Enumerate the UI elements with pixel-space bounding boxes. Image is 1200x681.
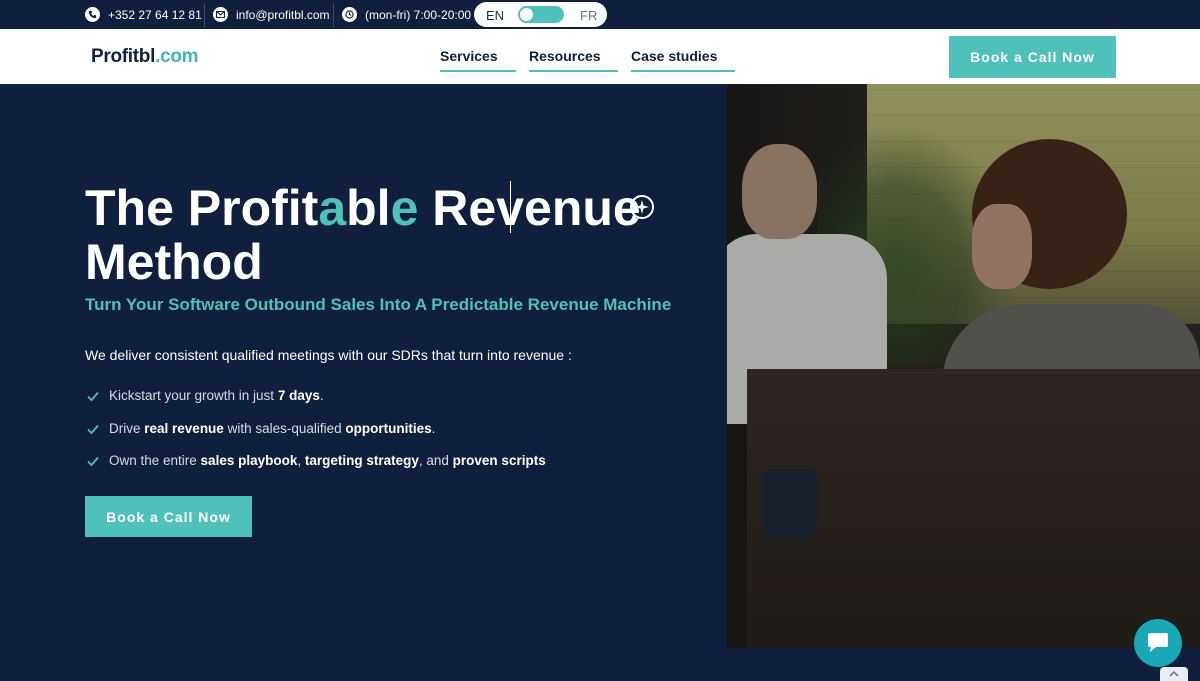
hero-intro: We deliver consistent qualified meetings… <box>85 347 572 363</box>
language-toggle[interactable] <box>518 6 564 23</box>
hero-section: The Profitable Revenue Method Turn Your … <box>0 84 1200 681</box>
feature-text: Own the entire sales playbook, targeting… <box>109 453 546 468</box>
mail-icon <box>213 7 228 22</box>
opening-hours: (mon-fri) 7:00-20:00 <box>342 0 471 29</box>
toggle-knob <box>520 8 533 21</box>
chat-bubble-icon <box>1148 633 1168 652</box>
feature-text: Drive real revenue with sales-qualified … <box>109 421 436 436</box>
email-contact[interactable]: info@profitbl.com <box>213 0 330 29</box>
title-text: bl <box>346 180 391 236</box>
title-accent: a <box>318 180 347 236</box>
check-icon <box>87 391 99 401</box>
email-address: info@profitbl.com <box>236 7 330 22</box>
main-header: Profitbl.com Services Resources Case stu… <box>0 29 1200 84</box>
divider <box>333 3 334 27</box>
lang-fr-label[interactable]: FR <box>580 8 597 23</box>
feature-item: Own the entire sales playbook, targeting… <box>86 453 546 468</box>
title-text: The Profit <box>85 180 319 236</box>
feature-item: Kickstart your growth in just 7 days. <box>86 388 324 403</box>
title-line2: Method <box>85 234 263 290</box>
feature-item: Drive real revenue with sales-qualified … <box>86 421 435 436</box>
scroll-to-top-button[interactable] <box>1160 667 1188 681</box>
hero-book-call-button[interactable]: Book a Call Now <box>85 496 252 537</box>
chat-widget-button[interactable] <box>1134 619 1182 667</box>
sparkle-chat-icon[interactable] <box>628 194 656 222</box>
phone-icon <box>85 7 100 22</box>
clock-icon <box>342 7 357 22</box>
text-cursor <box>510 181 511 233</box>
feature-text: Kickstart your growth in just 7 days. <box>109 388 324 403</box>
title-accent: e <box>390 180 419 236</box>
logo-domain: .com <box>155 46 199 67</box>
logo-main: Profitbl <box>91 46 156 67</box>
hero-title: The Profitable Revenue Method <box>85 181 685 289</box>
title-text: Revenue <box>418 180 641 236</box>
nav-resources[interactable]: Resources <box>529 48 618 72</box>
header-book-call-button[interactable]: Book a Call Now <box>949 36 1116 78</box>
language-switch[interactable]: EN FR <box>474 2 607 27</box>
hero-photo <box>727 84 1200 648</box>
check-icon <box>87 424 99 434</box>
phone-number: +352 27 64 12 81 <box>108 7 202 22</box>
chevron-up-icon <box>1169 671 1179 677</box>
nav-services[interactable]: Services <box>440 48 516 72</box>
hours-text: (mon-fri) 7:00-20:00 <box>365 7 472 22</box>
phone-contact[interactable]: +352 27 64 12 81 <box>85 0 202 29</box>
nav-case-studies[interactable]: Case studies <box>631 48 735 72</box>
divider <box>204 3 205 27</box>
hero-subtitle: Turn Your Software Outbound Sales Into A… <box>85 295 672 314</box>
lang-en-label[interactable]: EN <box>486 8 504 23</box>
site-logo[interactable]: Profitbl.com <box>91 46 199 68</box>
check-icon <box>87 456 99 466</box>
top-bar: +352 27 64 12 81 info@profitbl.com (mon-… <box>0 0 1200 29</box>
